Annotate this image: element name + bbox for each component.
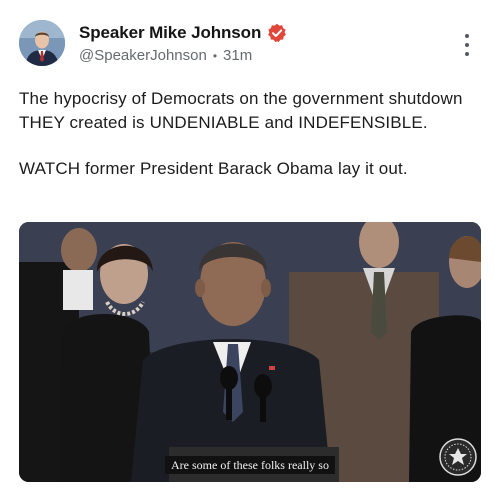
author-handle[interactable]: @SpeakerJohnson [79, 47, 207, 64]
video-frame [19, 222, 481, 482]
post-card: Speaker Mike Johnson @SpeakerJohnson • 3… [0, 0, 500, 498]
presidential-seal-icon [439, 438, 477, 476]
more-vertical-icon-dot [465, 52, 469, 56]
author-meta-row: @SpeakerJohnson • 31m [79, 47, 252, 64]
meta-separator: • [212, 48, 218, 63]
author-name-row: Speaker Mike Johnson [79, 23, 287, 43]
post-paragraph: The hypocrisy of Democrats on the govern… [19, 89, 463, 132]
verified-badge-icon [267, 23, 287, 43]
avatar[interactable] [19, 20, 65, 66]
more-vertical-icon [465, 34, 469, 38]
author-display-name[interactable]: Speaker Mike Johnson [79, 23, 261, 43]
more-options-button[interactable] [458, 30, 476, 60]
video-caption: Are some of these folks really so [165, 456, 335, 474]
post-body: The hypocrisy of Democrats on the govern… [19, 87, 481, 181]
more-vertical-icon-dot [465, 43, 469, 47]
video-media[interactable]: Are some of these folks really so [19, 222, 481, 482]
post-timestamp[interactable]: 31m [223, 47, 252, 64]
post-paragraph: WATCH former President Barack Obama lay … [19, 159, 408, 178]
